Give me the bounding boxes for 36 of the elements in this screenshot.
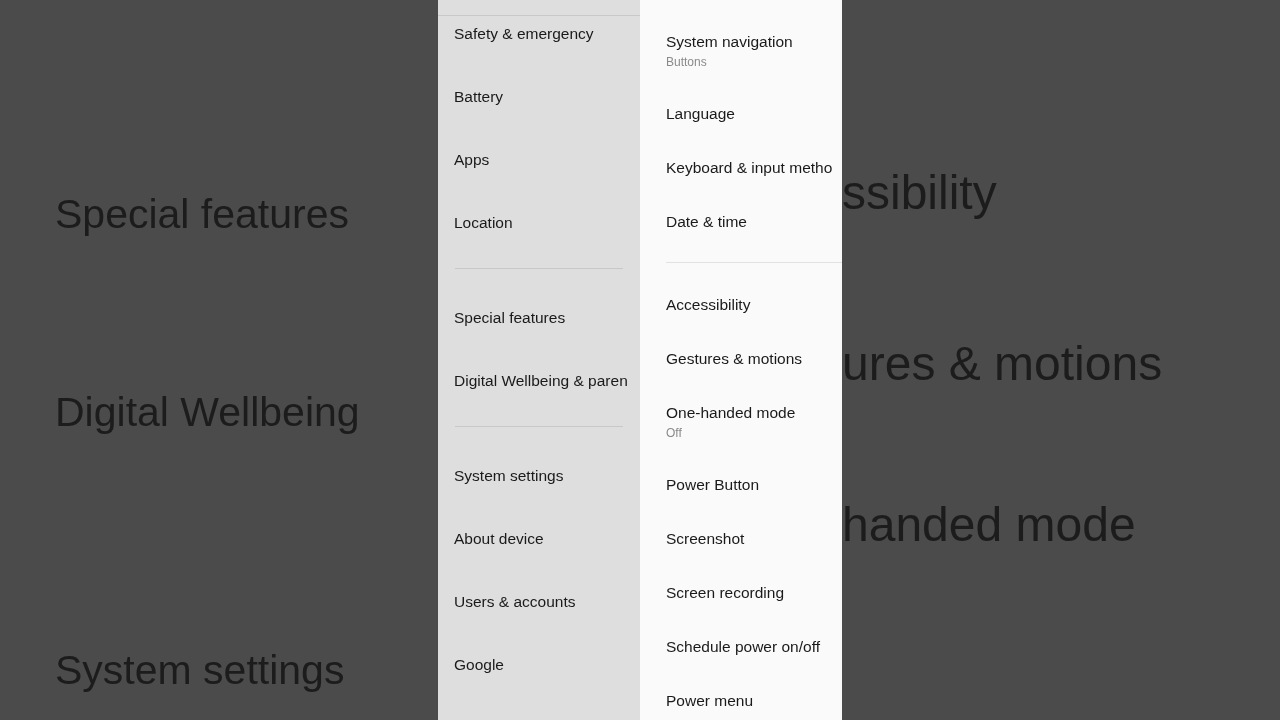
settings-item-title: Accessibility: [666, 295, 752, 315]
settings-item-title: Schedule power on/off: [666, 637, 821, 657]
settings-item[interactable]: One-handed mode Off: [666, 386, 842, 458]
settings-item-title: Keyboard & input metho: [666, 158, 834, 178]
menu-item[interactable]: Users & accounts: [454, 593, 576, 610]
settings-item-title: Date & time: [666, 212, 748, 232]
menu-item[interactable]: Location: [454, 214, 513, 231]
settings-item-title: Power Button: [666, 475, 761, 495]
settings-item-subtitle: Off: [666, 425, 683, 441]
settings-item[interactable]: Accessibility: [666, 278, 842, 332]
menu-item[interactable]: Apps: [454, 151, 490, 168]
menu-item[interactable]: About device: [454, 530, 544, 547]
menu-item[interactable]: Safety & emergency: [454, 25, 594, 42]
settings-item[interactable]: Keyboard & input metho: [666, 141, 842, 195]
settings-item[interactable]: Gestures & motions: [666, 332, 842, 386]
menu-item[interactable]: Digital Wellbeing & paren: [454, 372, 628, 389]
settings-item-subtitle: Buttons: [666, 54, 708, 70]
menu-item[interactable]: Special features: [454, 309, 566, 326]
settings-item-title: One-handed mode: [666, 403, 797, 423]
settings-item[interactable]: Schedule power on/off: [666, 620, 842, 674]
menu-item[interactable]: Battery: [454, 88, 504, 105]
settings-item[interactable]: System navigation Buttons: [666, 15, 842, 87]
settings-item[interactable]: Language: [666, 87, 842, 141]
settings-item-title: Screen recording: [666, 583, 786, 603]
menu-item[interactable]: System settings: [454, 467, 564, 484]
menu-item[interactable]: Google: [454, 656, 504, 673]
settings-item[interactable]: Date & time: [666, 195, 842, 249]
settings-item[interactable]: Power menu: [666, 674, 842, 720]
settings-item[interactable]: Screenshot: [666, 512, 842, 566]
settings-item-title: Power menu: [666, 691, 754, 711]
settings-item-title: Gestures & motions: [666, 349, 804, 369]
settings-item-title: Language: [666, 104, 736, 124]
settings-item[interactable]: Screen recording: [666, 566, 842, 620]
settings-item-title: Screenshot: [666, 529, 746, 549]
settings-item-title: System navigation: [666, 32, 794, 52]
settings-item[interactable]: Power Button: [666, 458, 842, 512]
